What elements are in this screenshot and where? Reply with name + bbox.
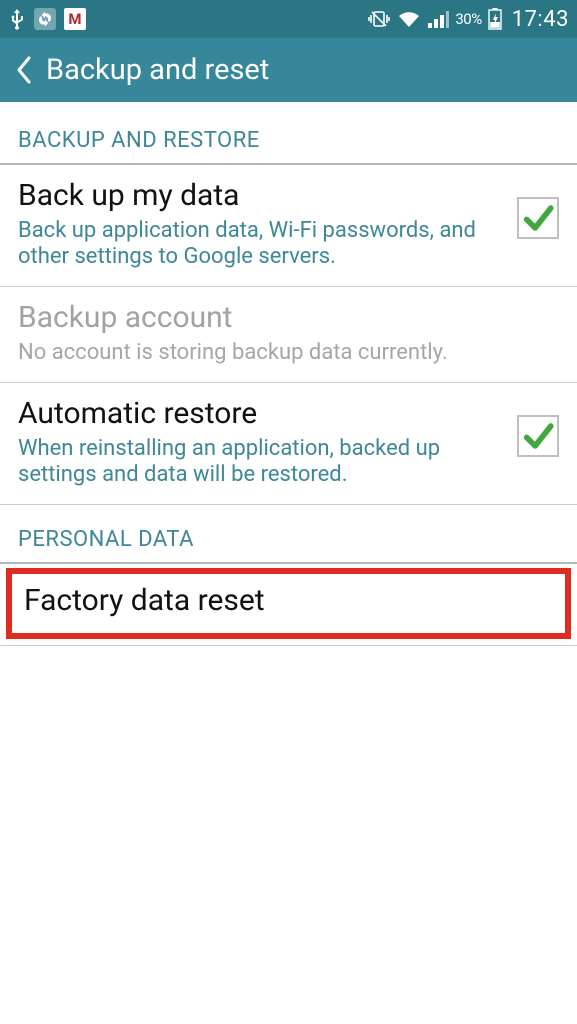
sync-icon bbox=[34, 8, 56, 30]
item-backup-my-data[interactable]: Back up my data Back up application data… bbox=[0, 165, 577, 287]
item-automatic-restore[interactable]: Automatic restore When reinstalling an a… bbox=[0, 383, 577, 505]
item-subtitle: No account is storing backup data curren… bbox=[18, 340, 559, 366]
wifi-icon bbox=[397, 9, 421, 29]
item-title: Automatic restore bbox=[18, 397, 505, 432]
status-bar: M 30% bbox=[0, 0, 577, 38]
item-subtitle: Back up application data, Wi-Fi password… bbox=[18, 218, 505, 271]
item-backup-account: Backup account No account is storing bac… bbox=[0, 287, 577, 383]
item-title: Back up my data bbox=[18, 179, 505, 214]
battery-percent: 30% bbox=[455, 10, 481, 28]
section-header-personal-data: PERSONAL DATA bbox=[0, 505, 577, 564]
usb-icon bbox=[8, 7, 26, 31]
vibrate-icon bbox=[367, 9, 391, 29]
battery-charging-icon bbox=[488, 8, 502, 30]
page-title: Backup and reset bbox=[46, 53, 269, 87]
signal-icon bbox=[427, 9, 449, 29]
status-bar-right: 30% 17:43 bbox=[367, 7, 569, 32]
highlight-annotation: Factory data reset bbox=[0, 564, 577, 646]
section-header-backup-restore: BACKUP AND RESTORE bbox=[0, 102, 577, 165]
item-subtitle: When reinstalling an application, backed… bbox=[18, 436, 505, 489]
item-factory-data-reset[interactable]: Factory data reset bbox=[6, 568, 571, 639]
checkbox-automatic-restore[interactable] bbox=[517, 415, 559, 457]
item-title: Backup account bbox=[18, 301, 559, 336]
title-bar: Backup and reset bbox=[0, 38, 577, 102]
status-clock: 17:43 bbox=[512, 7, 569, 32]
settings-content: BACKUP AND RESTORE Back up my data Back … bbox=[0, 102, 577, 646]
checkbox-backup-my-data[interactable] bbox=[517, 197, 559, 239]
status-bar-left: M bbox=[8, 7, 86, 31]
item-title: Factory data reset bbox=[24, 584, 553, 619]
back-icon[interactable] bbox=[10, 56, 38, 84]
mail-app-icon: M bbox=[64, 8, 86, 30]
